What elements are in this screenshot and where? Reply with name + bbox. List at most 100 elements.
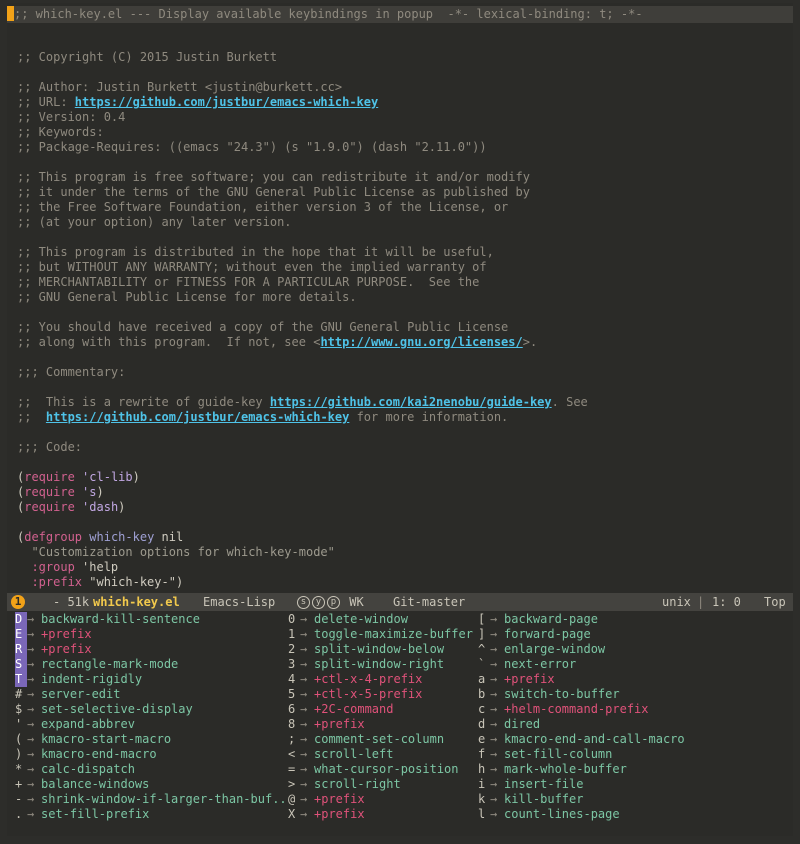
url-link[interactable]: http://www.gnu.org/licenses/ — [320, 335, 522, 349]
command-name: dired — [504, 717, 541, 731]
which-key-entry[interactable]: i → insert-file — [478, 777, 685, 792]
key-label: X — [288, 807, 296, 821]
which-key-entry[interactable]: k → kill-buffer — [478, 792, 685, 807]
arrow-icon: → — [27, 717, 35, 731]
editor-buffer[interactable]: ;; Copyright (C) 2015 Justin Burkett ;; … — [17, 35, 787, 590]
comment-text: ;; but WITHOUT ANY WARRANTY; without eve… — [17, 260, 487, 274]
which-key-entry[interactable]: S → rectangle-mark-mode — [15, 657, 287, 672]
which-key-entry[interactable]: 8 → +prefix — [288, 717, 473, 732]
which-key-entry[interactable]: @ → +prefix — [288, 792, 473, 807]
key-label: ^ — [478, 642, 486, 656]
which-key-entry[interactable]: 1 → toggle-maximize-buffer — [288, 627, 473, 642]
which-key-entry[interactable]: ) → kmacro-end-macro — [15, 747, 287, 762]
major-mode[interactable]: Emacs-Lisp — [203, 593, 275, 611]
code-line: ;; Package-Requires: ((emacs "24.3") (s … — [17, 140, 787, 155]
code-line: ;; Keywords: — [17, 125, 787, 140]
which-key-entry[interactable]: b → switch-to-buffer — [478, 687, 685, 702]
which-key-entry[interactable]: 6 → +2C-command — [288, 702, 473, 717]
arrow-icon: → — [27, 702, 35, 716]
which-key-entry[interactable]: ` → next-error — [478, 657, 685, 672]
command-name: +ctl-x-4-prefix — [314, 672, 423, 686]
which-key-entry[interactable]: d → dired — [478, 717, 685, 732]
command-name: count-lines-page — [504, 807, 620, 821]
code-line: :prefix "which-key-") — [17, 575, 787, 590]
arrow-icon: → — [490, 747, 498, 761]
which-key-entry[interactable]: * → calc-dispatch — [15, 762, 287, 777]
which-key-entry[interactable]: + → balance-windows — [15, 777, 287, 792]
keyword: require — [24, 500, 75, 514]
string-literal: "Customization options for which-key-mod… — [17, 545, 335, 559]
which-key-entry[interactable]: D → backward-kill-sentence — [15, 612, 287, 627]
which-key-entry[interactable]: (→ kmacro-start-macro — [15, 732, 287, 747]
arrow-icon: → — [490, 762, 498, 776]
which-key-entry[interactable]: l → count-lines-page — [478, 807, 685, 822]
url-link[interactable]: https://github.com/kai2nenobu/guide-key — [270, 395, 552, 409]
which-key-entry[interactable]: 0 → delete-window — [288, 612, 473, 627]
code-line: ;; Version: 0.4 — [17, 110, 787, 125]
comment-text: ;; This is a rewrite of guide-key — [17, 395, 270, 409]
which-key-entry[interactable]: ' → expand-abbrev — [15, 717, 287, 732]
command-name: +prefix — [41, 627, 92, 641]
which-key-entry[interactable]: > → scroll-right — [288, 777, 473, 792]
buffer-name[interactable]: which-key.el — [93, 593, 180, 611]
command-name: shrink-window-if-larger-than-buf.. — [41, 792, 287, 806]
which-key-entry[interactable]: 2 → split-window-below — [288, 642, 473, 657]
code-line: ;; the Free Software Foundation, either … — [17, 200, 787, 215]
key-label: ) — [15, 747, 23, 761]
which-key-entry[interactable]: c → +helm-command-prefix — [478, 702, 685, 717]
which-key-entry[interactable]: . → set-fill-prefix — [15, 807, 287, 822]
minor-modes[interactable]: syp WK — [297, 593, 364, 611]
key-label: c — [478, 702, 486, 716]
which-key-entry[interactable]: ; → comment-set-column — [288, 732, 473, 747]
which-key-entry[interactable]: f → set-fill-column — [478, 747, 685, 762]
comment-text: ;;; Commentary: — [17, 365, 126, 379]
key-label: 6 — [288, 702, 296, 716]
which-key-entry[interactable]: ^ → enlarge-window — [478, 642, 685, 657]
command-name: +prefix — [314, 717, 365, 731]
which-key-entry[interactable]: R → +prefix — [15, 642, 287, 657]
arrow-icon: → — [300, 657, 308, 671]
which-key-entry[interactable]: 5 → +ctl-x-5-prefix — [288, 687, 473, 702]
group-name: which-key — [89, 530, 155, 544]
key-label: S — [15, 657, 27, 672]
which-key-entry[interactable]: 4 → +ctl-x-4-prefix — [288, 672, 473, 687]
comment-text: ;; MERCHANTABILITY or FITNESS FOR A PART… — [17, 275, 480, 289]
arrow-icon: → — [27, 792, 35, 806]
command-name: set-fill-prefix — [41, 807, 150, 821]
key-label: 5 — [288, 687, 296, 701]
url-link[interactable]: https://github.com/justbur/emacs-which-k… — [75, 95, 378, 109]
which-key-entry[interactable]: E → +prefix — [15, 627, 287, 642]
code-line: :group 'help — [17, 560, 787, 575]
code-text: 'help — [74, 560, 119, 574]
which-key-entry[interactable]: 3 → split-window-right — [288, 657, 473, 672]
which-key-entry[interactable]: a → +prefix — [478, 672, 685, 687]
which-key-entry[interactable]: # → server-edit — [15, 687, 287, 702]
paren: ) — [96, 485, 104, 499]
comment-text: ;; This program is free software; you ca… — [17, 170, 530, 184]
which-key-entry[interactable]: X → +prefix — [288, 807, 473, 822]
arrow-icon: → — [300, 672, 308, 686]
arrow-icon: → — [300, 777, 308, 791]
url-link[interactable]: https://github.com/justbur/emacs-which-k… — [46, 410, 349, 424]
which-key-entry[interactable]: - → shrink-window-if-larger-than-buf.. — [15, 792, 287, 807]
vc-branch[interactable]: Git-master — [393, 593, 465, 611]
comment-text: >. — [522, 335, 538, 349]
comment-text: ;; You should have received a copy of th… — [17, 320, 509, 334]
which-key-entry[interactable]: [→ backward-page — [478, 612, 685, 627]
which-key-entry[interactable]: $ → set-selective-display — [15, 702, 287, 717]
arrow-icon: → — [27, 807, 35, 821]
which-key-entry[interactable]: < → scroll-left — [288, 747, 473, 762]
arrow-icon: → — [490, 717, 498, 731]
which-key-entry[interactable]: e → kmacro-end-and-call-macro — [478, 732, 685, 747]
which-key-entry[interactable]: ] → forward-page — [478, 627, 685, 642]
which-key-entry[interactable]: T → indent-rigidly — [15, 672, 287, 687]
which-key-entry[interactable]: = → what-cursor-position — [288, 762, 473, 777]
code-line: ;; https://github.com/justbur/emacs-whic… — [17, 410, 787, 425]
key-label: ` — [478, 657, 486, 671]
key-label: 1 — [288, 627, 296, 641]
key-label: = — [288, 762, 296, 776]
which-key-entry[interactable]: h → mark-whole-buffer — [478, 762, 685, 777]
